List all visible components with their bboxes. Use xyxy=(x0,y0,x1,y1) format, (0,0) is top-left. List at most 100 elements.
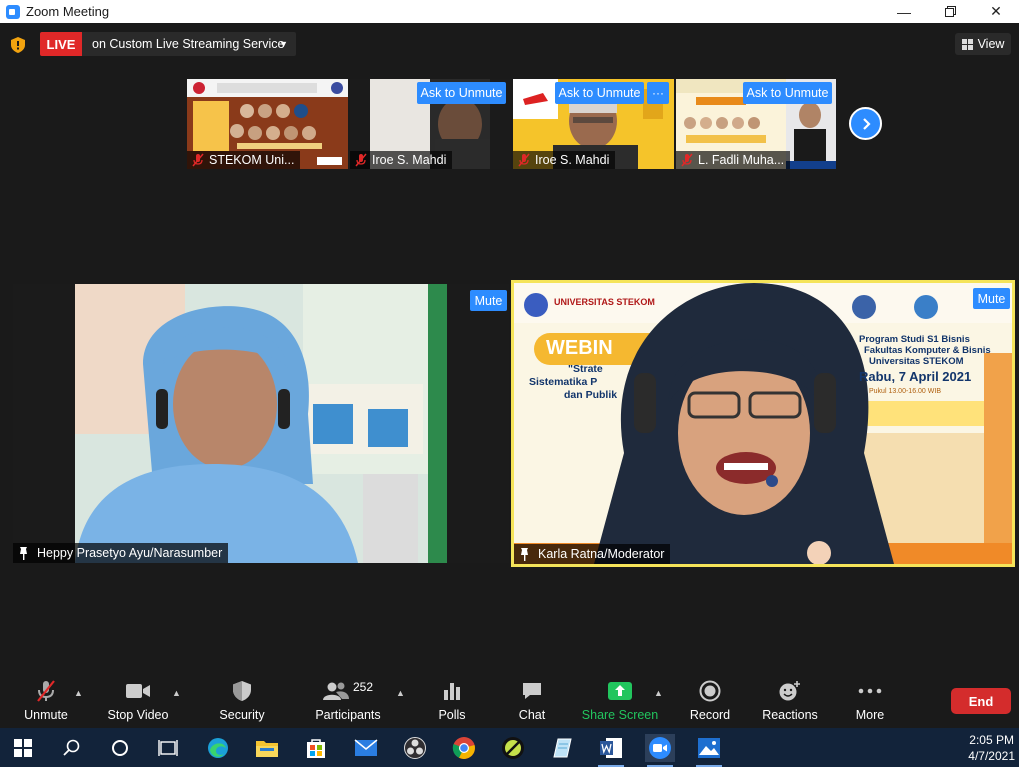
chat-button[interactable]: Chat xyxy=(512,676,552,728)
chat-label: Chat xyxy=(518,708,546,722)
participant-name-tag: Iroe S. Mahdi xyxy=(513,151,616,169)
view-button[interactable]: View xyxy=(955,33,1011,55)
zoom-app-icon xyxy=(6,4,20,19)
more-button[interactable]: More xyxy=(852,676,888,728)
more-label: More xyxy=(855,708,885,722)
participant-name-tag: Heppy Prasetyo Ayu/Narasumber xyxy=(13,543,229,563)
poster-title-line1: "Strate xyxy=(568,363,603,375)
participant-thumbnail[interactable]: Ask to Unmute Iroe S. Mahdi xyxy=(350,79,511,169)
participant-video-active-speaker[interactable]: UNIVERSITAS STEKOM WEBIN "Strate Sistema… xyxy=(511,280,1015,567)
participant-thumbnail[interactable]: STEKOM Uni... xyxy=(187,79,348,169)
participant-name-tag: Iroe S. Mahdi xyxy=(350,151,453,169)
live-badge[interactable]: LIVE xyxy=(40,32,82,56)
share-screen-button[interactable]: Share Screen xyxy=(581,676,659,728)
ask-to-unmute-button[interactable]: Ask to Unmute xyxy=(417,82,506,104)
window-titlebar: Zoom Meeting — ✕ xyxy=(0,0,1019,23)
participants-button[interactable]: 252 Participants xyxy=(312,676,384,728)
task-view-icon[interactable] xyxy=(153,734,183,762)
poster-program-line2: Fakultas Komputer & Bisnis xyxy=(864,345,991,356)
edge-icon[interactable] xyxy=(203,734,233,762)
poster-title-line3: dan Publik xyxy=(564,389,618,401)
word-icon[interactable] xyxy=(596,734,626,767)
unmute-label: Unmute xyxy=(24,708,68,722)
record-label: Record xyxy=(689,708,731,722)
file-explorer-icon[interactable] xyxy=(252,734,282,762)
more-dots-icon xyxy=(858,688,882,694)
participant-name: Iroe S. Mahdi xyxy=(535,153,610,167)
window-title: Zoom Meeting xyxy=(26,4,110,19)
polls-button[interactable]: Polls xyxy=(431,676,473,728)
grid-view-icon xyxy=(961,38,973,50)
record-button[interactable]: Record xyxy=(688,676,732,728)
end-meeting-button[interactable]: End xyxy=(951,688,1011,714)
polls-icon xyxy=(444,683,460,700)
reactions-button[interactable]: Reactions xyxy=(762,676,818,728)
reactions-emoji-icon xyxy=(779,681,800,701)
pin-icon xyxy=(521,547,528,561)
muted-mic-icon xyxy=(355,153,367,167)
unmute-button[interactable]: Unmute xyxy=(20,676,72,728)
clock-date: 4/7/2021 xyxy=(968,749,1015,763)
chrome-icon[interactable] xyxy=(449,734,479,762)
stop-video-label: Stop Video xyxy=(107,708,169,722)
participant-thumbnail[interactable]: Ask to Unmute L. Fadli Muha... xyxy=(676,79,836,169)
poster-program-line1: Program Studi S1 Bisnis xyxy=(859,334,970,345)
close-button[interactable]: ✕ xyxy=(973,0,1019,23)
windows-taskbar: 2:05 PM 4/7/2021 xyxy=(0,728,1019,767)
poster-program-line3: Universitas STEKOM xyxy=(869,356,964,367)
security-button[interactable]: Security xyxy=(216,676,268,728)
share-options-caret[interactable]: ▲ xyxy=(654,688,663,698)
security-shield-icon xyxy=(233,681,251,701)
stop-video-button[interactable]: Stop Video xyxy=(105,676,171,728)
system-clock[interactable]: 2:05 PM 4/7/2021 xyxy=(968,732,1015,764)
poster-title-line2: Sistematika P xyxy=(529,376,598,388)
meeting-topbar: LIVE on Custom Live Streaming Service ▼ … xyxy=(0,23,1019,67)
record-icon xyxy=(699,680,721,702)
start-icon[interactable] xyxy=(8,734,38,762)
ask-to-unmute-button[interactable]: Ask to Unmute xyxy=(555,82,644,104)
participant-video[interactable]: Mute Heppy Prasetyo Ayu/Narasumber xyxy=(13,284,509,563)
video-options-caret[interactable]: ▲ xyxy=(172,688,181,698)
live-service-label: on Custom Live Streaming Service xyxy=(92,37,285,51)
view-label: View xyxy=(977,37,1005,51)
participant-thumbnail[interactable]: Ask to Unmute ··· Iroe S. Mahdi xyxy=(513,79,674,169)
security-label: Security xyxy=(219,708,265,722)
mute-button[interactable]: Mute xyxy=(973,288,1010,309)
mute-button[interactable]: Mute xyxy=(470,290,507,311)
muted-mic-icon xyxy=(518,153,530,167)
pen-app-icon[interactable] xyxy=(498,734,528,762)
more-options-button[interactable]: ··· xyxy=(647,82,669,104)
chevron-right-icon xyxy=(862,117,871,130)
participant-name: L. Fadli Muha... xyxy=(698,153,785,167)
notepad-icon[interactable] xyxy=(547,734,577,762)
share-screen-label: Share Screen xyxy=(581,708,659,722)
participants-count: 252 xyxy=(352,680,374,694)
poster-webinar: WEBIN xyxy=(546,337,613,359)
store-icon[interactable] xyxy=(301,734,331,762)
photos-icon[interactable] xyxy=(694,734,724,767)
polls-label: Polls xyxy=(438,708,466,722)
zoom-icon[interactable] xyxy=(645,734,675,767)
encryption-shield-icon[interactable] xyxy=(11,37,25,53)
participant-name-tag: STEKOM Uni... xyxy=(187,151,301,169)
next-page-button[interactable] xyxy=(849,107,882,140)
obs-icon[interactable] xyxy=(400,734,430,762)
poster-time: Pukul 13.00-16.00 WIB xyxy=(869,388,941,395)
muted-mic-icon xyxy=(681,153,693,167)
window-controls: — ✕ xyxy=(881,0,1019,23)
chat-bubble-icon xyxy=(523,683,541,699)
live-streaming-service-dropdown[interactable]: on Custom Live Streaming Service ▼ xyxy=(82,32,296,56)
minimize-button[interactable]: — xyxy=(881,0,927,23)
share-screen-icon xyxy=(608,682,632,700)
cortana-icon[interactable] xyxy=(105,734,135,762)
mail-icon[interactable] xyxy=(351,734,381,762)
poster-date: Rabu, 7 April 2021 xyxy=(859,369,972,384)
participants-options-caret[interactable]: ▲ xyxy=(396,688,405,698)
audio-options-caret[interactable]: ▲ xyxy=(74,688,83,698)
participants-icon xyxy=(322,682,349,700)
participant-video-image xyxy=(13,284,509,563)
ask-to-unmute-button[interactable]: Ask to Unmute xyxy=(743,82,832,104)
search-icon[interactable] xyxy=(57,734,87,762)
restore-button[interactable] xyxy=(927,0,973,23)
participants-label: Participants xyxy=(315,708,381,722)
